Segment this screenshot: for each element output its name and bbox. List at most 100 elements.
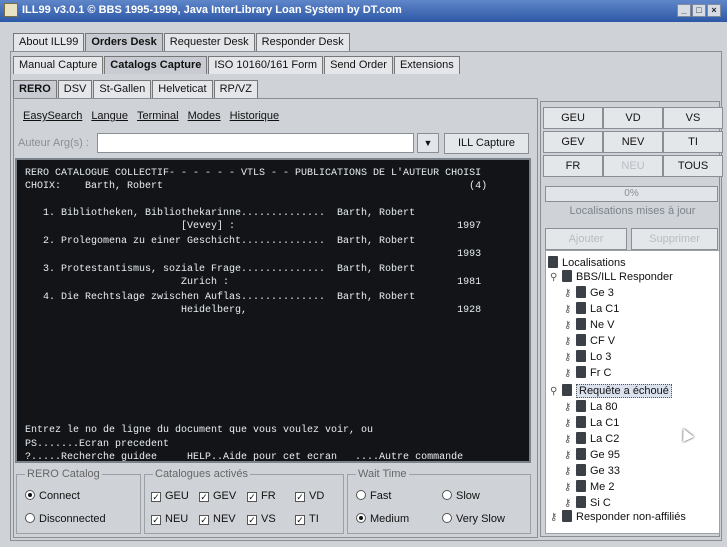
expand-icon: ⚲ (550, 386, 558, 397)
minimize-icon[interactable]: _ (677, 4, 691, 17)
checkbox-fr[interactable]: ✓ FR (247, 490, 276, 502)
tree-node-label: Responder non-affiliés (576, 511, 686, 523)
progress-status: Localisations mises à jour (569, 205, 696, 217)
checkbox-neu[interactable]: ✓ NEU (151, 513, 188, 525)
key-icon: ⚷ (564, 336, 572, 347)
collapsed-icon: ⚷ (550, 512, 558, 523)
tree-node-label: Ge 3 (590, 287, 614, 299)
tree-root[interactable]: Localisations (548, 256, 626, 270)
catalog-button-geu[interactable]: GEU (543, 107, 603, 129)
add-button[interactable]: Ajouter (545, 228, 627, 250)
tab-iso-form[interactable]: ISO 10160/161 Form (208, 56, 324, 74)
tree-node-label: Requête a échoué (576, 384, 672, 398)
author-input[interactable] (97, 133, 414, 153)
tree-leaf-node[interactable]: ⚷ Si C (564, 496, 611, 510)
key-icon: ⚷ (564, 304, 572, 315)
fast-radio[interactable]: Fast (356, 490, 391, 502)
catalog-button-vs[interactable]: VS (663, 107, 723, 129)
tree-leaf-node[interactable]: ⚷ Ne V (564, 318, 614, 332)
disconnected-radio[interactable]: Disconnected (25, 513, 106, 525)
tab-send-order[interactable]: Send Order (324, 56, 393, 74)
locations-tree[interactable]: Localisations ⚲ BBS/ILL Responder ⚷ Ge 3 ⚷… (545, 250, 720, 534)
tree-leaf-node[interactable]: ⚷ Fr C (564, 366, 611, 380)
radio-indicator (356, 490, 366, 500)
catalog-button-gev[interactable]: GEV (543, 131, 603, 153)
book-icon (576, 318, 586, 330)
tree-leaf-node[interactable]: ⚷ La C1 (564, 416, 619, 430)
book-icon (576, 350, 586, 362)
checkbox-vs[interactable]: ✓ VS (247, 513, 276, 525)
tab-catalogs-capture[interactable]: Catalogs Capture (104, 56, 208, 74)
checkbox-label: GEU (165, 490, 189, 502)
rero-catalog-group: RERO Catalog Connect Disconnected (16, 468, 141, 534)
remove-button[interactable]: Supprimer (631, 228, 718, 250)
catalog-button-nev[interactable]: NEV (603, 131, 663, 153)
checkbox-label: NEV (213, 513, 236, 525)
catalog-button-fr[interactable]: FR (543, 155, 603, 177)
catalog-button-ti[interactable]: TI (663, 131, 723, 153)
tab-responder-desk[interactable]: Responder Desk (255, 33, 350, 51)
tree-leaf-node[interactable]: ⚷ Ge 3 (564, 286, 614, 300)
book-icon (576, 480, 586, 492)
catalog-button-neu: NEU (603, 155, 663, 177)
menu-langue[interactable]: Langue (91, 110, 128, 122)
menu-terminal[interactable]: Terminal (137, 110, 179, 122)
tab-helveticat[interactable]: Helveticat (152, 80, 213, 98)
tree-group-node[interactable]: ⚷ Responder non-affiliés (550, 510, 686, 524)
tree-leaf-node[interactable]: ⚷ Ge 95 (564, 448, 620, 462)
book-icon (576, 448, 586, 460)
tree-leaf-node[interactable]: ⚷ La C1 (564, 302, 619, 316)
tree-leaf-node[interactable]: ⚷ La 80 (564, 400, 618, 414)
tree-leaf-node[interactable]: ⚷ Lo 3 (564, 350, 611, 364)
tree-leaf-node[interactable]: ⚷ Ge 33 (564, 464, 620, 478)
tree-node-label: Ne V (590, 319, 615, 331)
menu-easysearch[interactable]: EasySearch (23, 110, 82, 122)
tab-dsv[interactable]: DSV (57, 80, 93, 98)
ill-capture-button[interactable]: ILL Capture (444, 133, 529, 154)
key-icon: ⚷ (564, 402, 572, 413)
close-icon[interactable]: × (707, 4, 721, 17)
rero-catalog-title: RERO Catalog (25, 468, 102, 480)
very-slow-radio[interactable]: Very Slow (442, 513, 505, 525)
tab-manual-capture[interactable]: Manual Capture (13, 56, 104, 74)
catalogues-group: Catalogues activés ✓ GEU ✓ GEV ✓ FR ✓ VD ✓ NE… (144, 468, 344, 534)
maximize-icon[interactable]: □ (692, 4, 706, 17)
checkbox-geu[interactable]: ✓ GEU (151, 490, 189, 502)
menu-modes[interactable]: Modes (188, 110, 221, 122)
terminal-line: 3. Protestantismus, soziale Frage.......… (25, 264, 416, 275)
folder-icon (548, 256, 558, 268)
tree-leaf-node[interactable]: ⚷ CF V (564, 334, 615, 348)
tree-node-label: Si C (590, 497, 611, 509)
checkbox-ti[interactable]: ✓ TI (295, 513, 319, 525)
tree-leaf-node[interactable]: ⚷ Me 2 (564, 480, 614, 494)
tab-about[interactable]: About ILL99 (13, 33, 85, 51)
tab-rpvz[interactable]: RP/VZ (213, 80, 258, 98)
tree-node-label: Fr C (590, 367, 612, 379)
terminal-line: Heidelberg, 1928 (25, 305, 482, 316)
connect-radio[interactable]: Connect (25, 490, 80, 502)
medium-radio[interactable]: Medium (356, 513, 409, 525)
slow-radio[interactable]: Slow (442, 490, 480, 502)
tree-node-label: Lo 3 (590, 351, 612, 363)
terminal-line: 1. Bibliotheken, Bibliothekarinne.......… (25, 208, 416, 219)
terminal-screen[interactable]: RERO CATALOGUE COLLECTIF- - - - - - VTLS… (15, 158, 531, 463)
tab-extensions[interactable]: Extensions (393, 56, 460, 74)
tab-st-gallen[interactable]: St-Gallen (93, 80, 152, 98)
menu-historique[interactable]: Historique (230, 110, 280, 122)
tree-group-node[interactable]: ⚲ Requête a échoué (550, 384, 672, 398)
book-icon (576, 464, 586, 476)
tree-leaf-node[interactable]: ⚷ La C2 (564, 432, 619, 446)
checkbox-gev[interactable]: ✓ GEV (199, 490, 236, 502)
tree-node-label: La C2 (590, 433, 620, 445)
book-icon (576, 286, 586, 298)
catalog-button-tous[interactable]: TOUS (663, 155, 723, 177)
tree-group-node[interactable]: ⚲ BBS/ILL Responder (550, 270, 673, 284)
checkbox-nev[interactable]: ✓ NEV (199, 513, 236, 525)
chevron-down-icon[interactable]: ▼ (417, 133, 439, 153)
checkbox-vd[interactable]: ✓ VD (295, 490, 324, 502)
tab-requester-desk[interactable]: Requester Desk (163, 33, 255, 51)
catalog-button-vd[interactable]: VD (603, 107, 663, 129)
tab-rero[interactable]: RERO (13, 80, 57, 98)
tab-orders-desk[interactable]: Orders Desk (85, 33, 163, 51)
book-icon (576, 496, 586, 508)
